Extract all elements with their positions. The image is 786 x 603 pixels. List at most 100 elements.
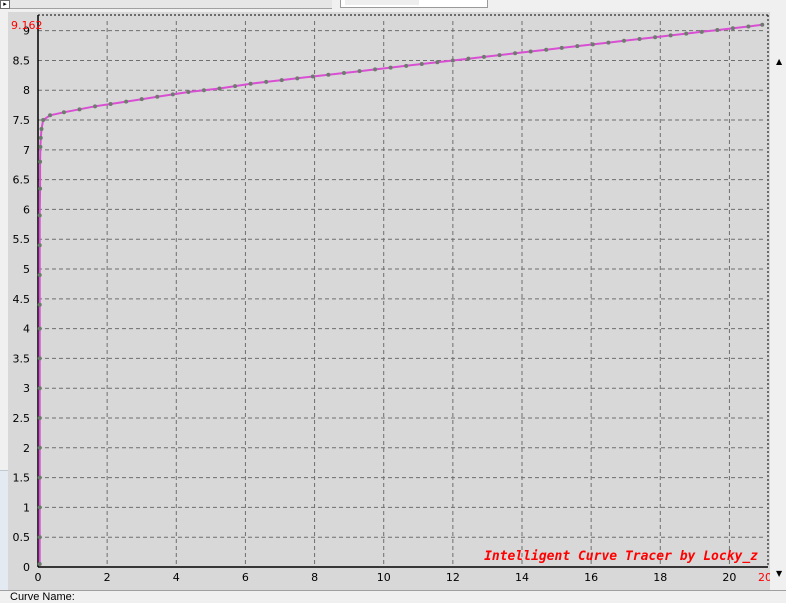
data-point[interactable] [668, 33, 673, 38]
y-tick-label: 4 [23, 323, 30, 336]
curve-chart[interactable]: 0 2 4 6 8 10 12 14 16 18 20 0 0.5 1 1.5 2 2.5 3 3.5 4 4.5 5 5.… [8, 12, 770, 590]
data-point[interactable] [637, 36, 642, 41]
data-point[interactable] [419, 62, 424, 67]
data-point[interactable] [37, 213, 42, 218]
data-point[interactable] [186, 90, 191, 95]
data-point[interactable] [373, 67, 378, 72]
data-point[interactable] [233, 84, 238, 89]
data-point[interactable] [37, 562, 42, 567]
y-tick-label: 7.5 [13, 114, 31, 127]
y-tick-label: 7 [23, 144, 30, 157]
data-point[interactable] [466, 56, 471, 61]
data-point[interactable] [760, 22, 765, 27]
data-point[interactable] [326, 72, 331, 77]
chart-panel[interactable]: 0 2 4 6 8 10 12 14 16 18 20 0 0.5 1 1.5 2 2.5 3 3.5 4 4.5 5 5.… [8, 12, 770, 590]
data-point[interactable] [37, 326, 42, 331]
data-point[interactable] [155, 94, 160, 99]
data-point[interactable] [435, 60, 440, 65]
x-tick-label: 14 [515, 571, 529, 584]
data-point[interactable] [715, 28, 720, 33]
data-point[interactable] [746, 24, 751, 29]
data-point[interactable] [684, 31, 689, 36]
y-tick-label: 8.5 [13, 54, 31, 67]
data-point[interactable] [481, 54, 486, 59]
y-tick-label: 3 [23, 382, 30, 395]
data-point[interactable] [559, 45, 564, 50]
x-max-marker: 20 [758, 571, 770, 584]
y-tick-label: 2.5 [13, 412, 31, 425]
x-tick-label: 0 [35, 571, 42, 584]
x-tick-label: 2 [104, 571, 111, 584]
left-side-panel-lower [0, 470, 8, 591]
data-point[interactable] [48, 113, 53, 118]
x-tick-label: 4 [173, 571, 180, 584]
y-tick-label: 8 [23, 84, 30, 97]
data-point[interactable] [77, 107, 82, 112]
data-point[interactable] [37, 445, 42, 450]
data-point[interactable] [544, 47, 549, 52]
data-point[interactable] [295, 76, 300, 81]
data-point[interactable] [217, 86, 222, 91]
data-point[interactable] [264, 79, 269, 84]
data-point[interactable] [38, 159, 43, 164]
y-tick-label: 3.5 [13, 352, 31, 365]
right-scrollbar[interactable]: ▲ ▼ [774, 12, 786, 590]
data-point[interactable] [37, 302, 42, 307]
y-tick-label: 4.5 [13, 293, 31, 306]
y-tick-label: 5 [23, 263, 30, 276]
data-point[interactable] [39, 126, 44, 131]
data-point[interactable] [357, 69, 362, 74]
data-point[interactable] [93, 104, 98, 109]
data-point[interactable] [38, 135, 43, 140]
data-point[interactable] [575, 44, 580, 49]
x-tick-label: 16 [584, 571, 598, 584]
scroll-up-arrow-icon[interactable]: ▲ [776, 58, 782, 66]
data-point[interactable] [341, 70, 346, 75]
data-point[interactable] [38, 144, 43, 149]
data-point[interactable] [37, 243, 42, 248]
data-point[interactable] [528, 49, 533, 54]
data-point[interactable] [513, 51, 518, 56]
data-point[interactable] [37, 505, 42, 510]
data-point[interactable] [37, 416, 42, 421]
data-point[interactable] [139, 97, 144, 102]
x-tick-label: 12 [446, 571, 460, 584]
data-point[interactable] [201, 88, 206, 93]
x-tick-label: 18 [653, 571, 667, 584]
data-point[interactable] [37, 535, 42, 540]
data-point[interactable] [388, 65, 393, 70]
data-point[interactable] [108, 101, 113, 106]
data-point[interactable] [653, 35, 658, 40]
data-point[interactable] [37, 386, 42, 391]
scroll-down-arrow-icon[interactable]: ▼ [776, 570, 782, 578]
y-tick-label: 1 [23, 501, 30, 514]
collapse-arrow-icon[interactable]: ▸ [0, 0, 10, 9]
data-point[interactable] [61, 110, 66, 115]
data-point[interactable] [699, 29, 704, 34]
data-point[interactable] [310, 74, 315, 79]
data-point[interactable] [450, 58, 455, 63]
y-tick-label: 1.5 [13, 472, 31, 485]
x-tick-label: 8 [311, 571, 318, 584]
data-point[interactable] [621, 38, 626, 43]
data-point[interactable] [170, 92, 175, 97]
toolbar-area [10, 0, 332, 9]
watermark-text: Intelligent Curve Tracer by Locky_z [484, 549, 758, 564]
data-point[interactable] [38, 186, 43, 191]
data-point[interactable] [248, 81, 253, 86]
data-point[interactable] [404, 63, 409, 68]
data-point[interactable] [497, 53, 502, 58]
y-tick-label: 6 [23, 203, 30, 216]
data-point[interactable] [590, 42, 595, 47]
y-tick-label: 6.5 [13, 174, 31, 187]
y-max-marker: 9.162 [11, 19, 43, 32]
data-point[interactable] [606, 40, 611, 45]
data-point[interactable] [124, 99, 129, 104]
data-point[interactable] [279, 78, 284, 83]
plot-area [8, 12, 770, 590]
data-point[interactable] [37, 475, 42, 480]
data-point[interactable] [41, 118, 46, 123]
data-point[interactable] [37, 272, 42, 277]
data-point[interactable] [37, 356, 42, 361]
data-point[interactable] [730, 26, 735, 31]
